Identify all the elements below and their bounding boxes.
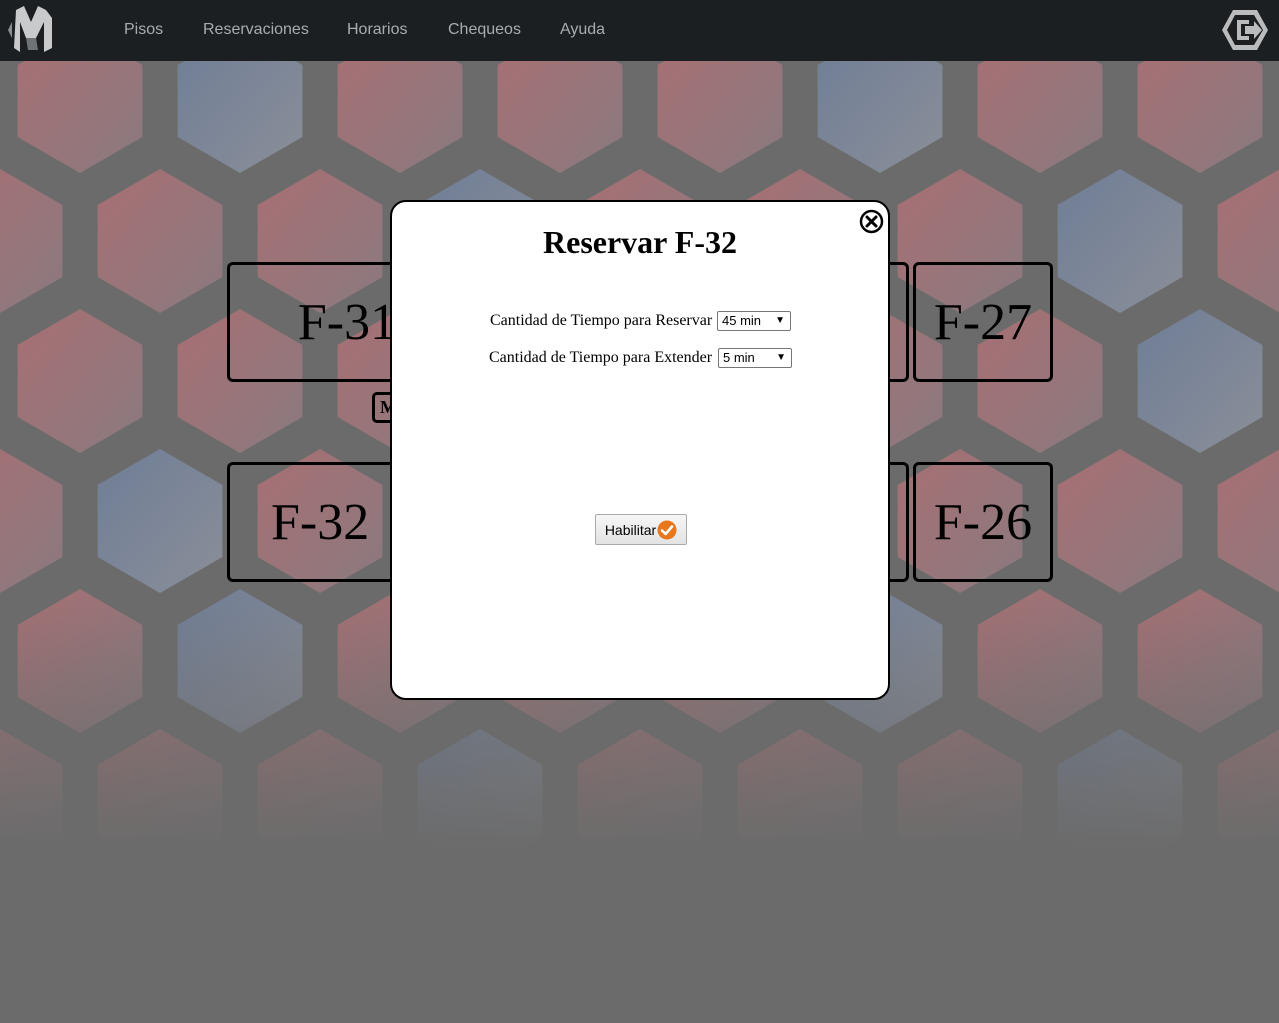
nav-item-pisos[interactable]: Pisos <box>124 21 163 39</box>
exit-icon[interactable] <box>1221 8 1269 52</box>
nav-item-horarios[interactable]: Horarios <box>347 21 407 39</box>
room-label: F-31 <box>297 293 397 351</box>
reserve-time-select[interactable]: 45 min ▼ <box>717 311 791 331</box>
room-tile-f27[interactable]: F-27 <box>913 262 1053 382</box>
nav-item-ayuda[interactable]: Ayuda <box>560 21 605 39</box>
logo-icon[interactable] <box>4 4 58 56</box>
enable-button[interactable]: Habilitar <box>595 514 687 545</box>
chevron-down-icon: ▼ <box>775 315 785 326</box>
room-tile-f32[interactable]: F-32 <box>227 462 407 582</box>
reserve-time-value: 45 min <box>722 313 762 328</box>
room-label: F-32 <box>271 493 370 551</box>
chevron-down-icon: ▼ <box>776 352 786 363</box>
check-icon <box>657 520 677 539</box>
nav-item-chequeos[interactable]: Chequeos <box>448 21 521 39</box>
reserve-time-label: Cantidad de Tiempo para Reservar <box>490 312 713 329</box>
extend-time-label: Cantidad de Tiempo para Extender <box>489 349 713 366</box>
extend-time-value: 5 min <box>723 350 755 365</box>
enable-button-label: Habilitar <box>604 521 657 538</box>
modal-title: Reservar F-32 <box>543 224 737 260</box>
extend-time-select[interactable]: 5 min ▼ <box>718 348 792 368</box>
room-tile-f31[interactable]: F-31 <box>227 262 407 382</box>
room-tile-f26[interactable]: F-26 <box>913 462 1053 582</box>
top-navbar: Pisos Reservaciones Horarios Chequeos Ay… <box>0 0 1279 61</box>
reservation-modal: Reservar F-32 Cantidad de Tiempo para Re… <box>390 200 890 700</box>
room-label: F-26 <box>933 493 1033 551</box>
room-label: F-27 <box>933 293 1033 351</box>
nav-item-reservaciones[interactable]: Reservaciones <box>203 21 309 39</box>
